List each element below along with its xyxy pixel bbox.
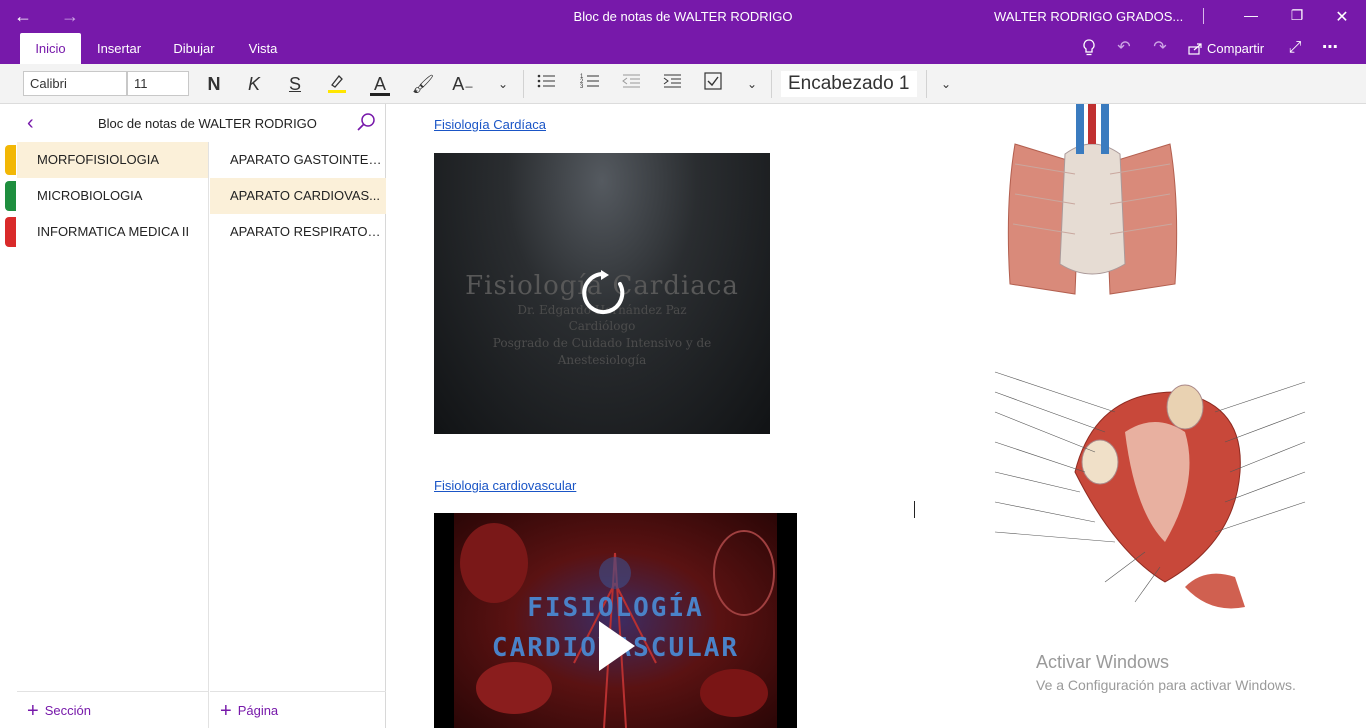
tab-dibujar[interactable]: Dibujar: [164, 33, 224, 64]
chevron-down-icon[interactable]: ⌄: [934, 72, 958, 96]
bullet-list-icon[interactable]: [534, 72, 558, 96]
watermark-subtitle: Ve a Configuración para activar Windows.: [1036, 677, 1296, 693]
thorax-anatomy-image[interactable]: [985, 104, 1200, 300]
format-painter-icon[interactable]: 🖌: [411, 72, 435, 96]
decrease-indent-icon[interactable]: [619, 72, 643, 96]
italic-button[interactable]: K: [242, 72, 266, 96]
page-list: APARATO GASTOINTES... APARATO CARDIOVAS.…: [210, 142, 386, 728]
close-icon[interactable]: ✕: [1332, 7, 1352, 27]
share-label: Compartir: [1207, 41, 1265, 56]
chevron-down-icon[interactable]: ⌄: [491, 72, 515, 96]
video-embed-1[interactable]: Fisiología Cardiaca Dr. Edgardo Hernánde…: [434, 153, 770, 434]
toolbar-separator: [771, 70, 772, 98]
toolbar-separator: [523, 70, 524, 98]
title-separator: [1203, 8, 1204, 24]
add-section-button[interactable]: + Sección: [17, 691, 208, 728]
text-cursor: [914, 501, 915, 518]
section-color-tab: [5, 181, 16, 211]
chevron-left-icon[interactable]: ‹: [27, 112, 34, 135]
video-link-1[interactable]: Fisiología Cardíaca: [434, 117, 546, 132]
title-bar: ← → Bloc de notas de WALTER RODRIGO WALT…: [0, 0, 1366, 33]
video-link-2[interactable]: Fisiologia cardiovascular: [434, 478, 576, 493]
video-embed-2[interactable]: FISIOLOGÍA CARDIOVASCULAR: [434, 513, 797, 728]
underline-button[interactable]: S: [283, 72, 307, 96]
minimize-icon[interactable]: —: [1241, 7, 1261, 23]
page-item[interactable]: APARATO GASTOINTES...: [210, 142, 386, 178]
font-color-glyph: A: [373, 74, 386, 94]
more-options-icon[interactable]: ⋯: [1320, 39, 1340, 57]
lightbulb-icon[interactable]: [1079, 39, 1099, 62]
ribbon-tabs: Inicio Insertar Dibujar Vista ↶ ↷ Compar…: [0, 33, 1366, 64]
svg-text:3: 3: [580, 84, 584, 90]
bold-button[interactable]: N: [202, 72, 226, 96]
onenote-window: ← → Bloc de notas de WALTER RODRIGO WALT…: [0, 0, 1366, 728]
formatting-toolbar: Calibri 11 N K S A 🖌 A₋ ⌄ 123 ⌄ Encabeza…: [0, 64, 1366, 104]
clear-formatting-icon[interactable]: A₋: [451, 72, 475, 96]
plus-icon: +: [27, 700, 39, 722]
tab-insertar[interactable]: Insertar: [88, 33, 150, 64]
tab-vista[interactable]: Vista: [238, 33, 288, 64]
font-color-bar: [370, 93, 390, 96]
section-item[interactable]: MORFOFISIOLOGIA: [17, 142, 208, 178]
section-color-tab: [5, 217, 16, 247]
undo-icon[interactable]: ↶: [1114, 39, 1134, 57]
add-section-label: Sección: [44, 703, 91, 718]
restore-icon[interactable]: ❐: [1287, 7, 1307, 24]
font-name-field[interactable]: Calibri: [23, 71, 127, 96]
play-icon[interactable]: [597, 619, 637, 673]
loading-icon: [582, 270, 625, 314]
font-size-field[interactable]: 11: [127, 71, 189, 96]
chevron-down-icon[interactable]: ⌄: [740, 72, 764, 96]
redo-icon[interactable]: ↷: [1150, 39, 1170, 57]
increase-indent-icon[interactable]: [660, 72, 684, 96]
section-item[interactable]: INFORMATICA MEDICA II: [17, 214, 208, 250]
tab-inicio[interactable]: Inicio: [20, 33, 81, 64]
add-page-label: Página: [237, 703, 279, 718]
expand-icon[interactable]: ⤢: [1285, 39, 1305, 57]
notebook-name[interactable]: Bloc de notas de WALTER RODRIGO: [98, 116, 317, 131]
navigation-pane: ‹ Bloc de notas de WALTER RODRIGO MORFOF…: [0, 104, 386, 728]
video-role: Cardiólogo: [568, 319, 636, 333]
note-canvas[interactable]: Fisiología Cardíaca Fisiología Cardiaca …: [387, 104, 1366, 728]
plus-icon: +: [220, 700, 232, 722]
checkbox-tag-icon[interactable]: [701, 72, 725, 96]
add-page-button[interactable]: + Página: [210, 691, 386, 728]
video-program: Posgrado de Cuidado Intensivo y de: [492, 336, 712, 350]
heart-anatomy-image[interactable]: [985, 352, 1315, 612]
video-program: Anestesiología: [557, 353, 647, 367]
activation-watermark: Activar Windows Ve a Configuración para …: [1036, 652, 1296, 693]
notebook-header: ‹ Bloc de notas de WALTER RODRIGO: [0, 104, 386, 142]
toolbar-separator: [926, 70, 927, 98]
section-list: MORFOFISIOLOGIA MICROBIOLOGIA INFORMATIC…: [17, 142, 209, 728]
numbered-list-icon[interactable]: 123: [578, 72, 602, 96]
search-icon[interactable]: [356, 112, 376, 132]
section-color-tab: [5, 145, 16, 175]
highlight-icon[interactable]: [325, 72, 349, 96]
section-item[interactable]: MICROBIOLOGIA: [17, 178, 208, 214]
share-button[interactable]: Compartir: [1188, 41, 1264, 56]
style-selector[interactable]: Encabezado 1: [781, 71, 917, 97]
account-name[interactable]: WALTER RODRIGO GRADOS...: [994, 9, 1183, 24]
page-item[interactable]: APARATO RESPIRATORIO: [210, 214, 386, 250]
watermark-title: Activar Windows: [1036, 652, 1170, 672]
page-item[interactable]: APARATO CARDIOVAS...: [210, 178, 386, 214]
font-color-button[interactable]: A: [368, 72, 392, 96]
